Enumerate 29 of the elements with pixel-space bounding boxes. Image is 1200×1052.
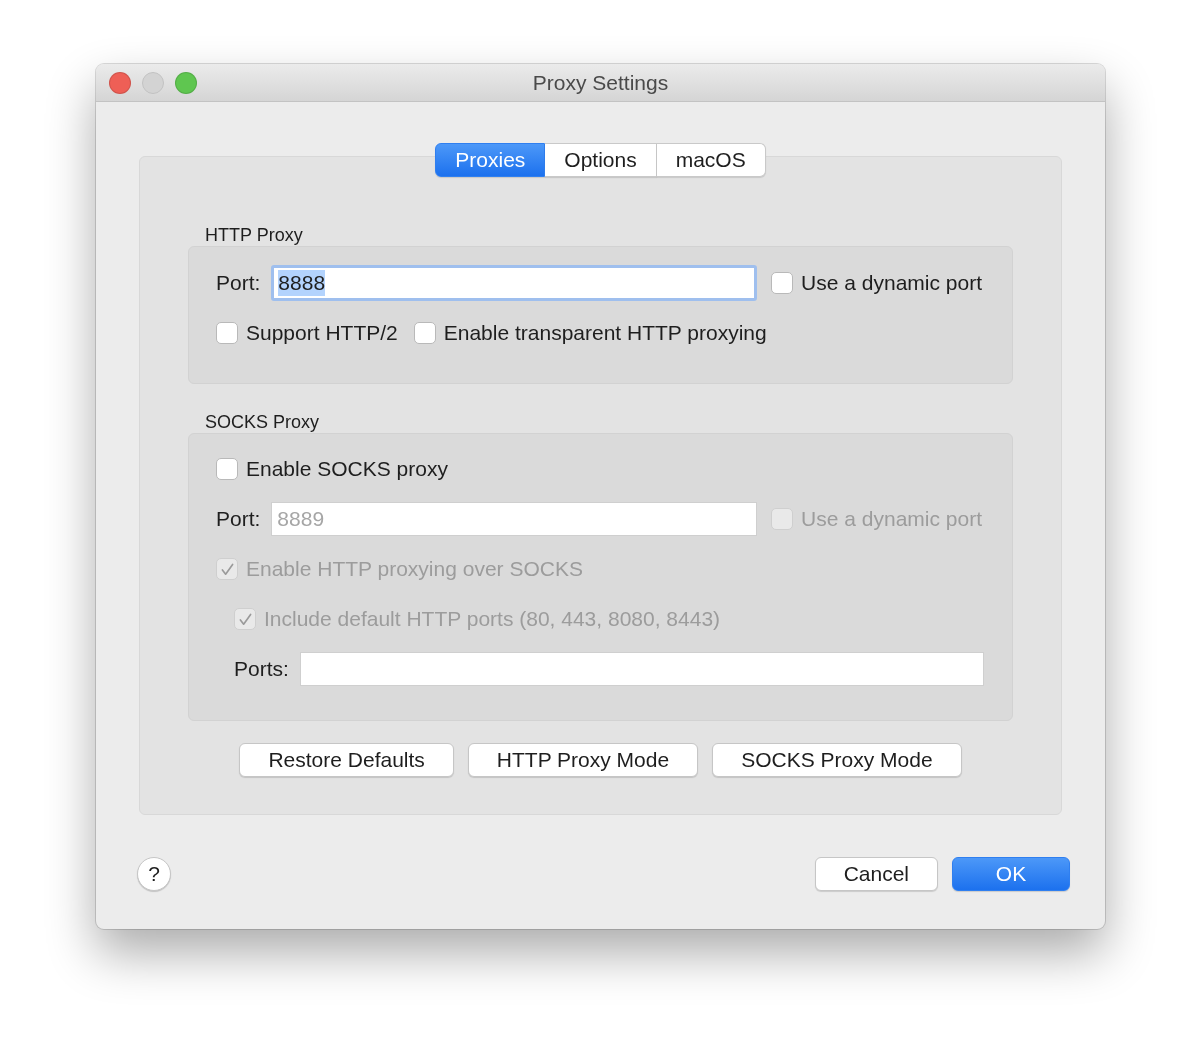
text-field[interactable] [299, 652, 984, 686]
field-label: Port: [216, 271, 261, 295]
checkbox[interactable] [216, 458, 238, 480]
field-label: Ports: [234, 657, 289, 681]
push-button[interactable]: OK [952, 857, 1070, 891]
checkbox-label[interactable]: Enable transparent HTTP proxying [443, 321, 767, 345]
checkbox-label[interactable]: Enable SOCKS proxy [246, 457, 448, 481]
window-title: Proxy Settings [532, 70, 669, 95]
zoom-button[interactable] [175, 71, 197, 94]
checkmark-icon [220, 562, 234, 576]
help-button[interactable]: ? [137, 857, 171, 891]
push-button[interactable]: SOCKS Proxy Mode [712, 743, 962, 777]
push-button[interactable]: Restore Defaults [239, 743, 454, 777]
checkbox-label[interactable]: Use a dynamic port [801, 271, 982, 295]
checkbox[interactable] [413, 322, 436, 344]
text-field[interactable]: 8888 [271, 265, 758, 301]
section-title: HTTP Proxy [204, 224, 304, 246]
checkbox-label[interactable]: Support HTTP/2 [246, 321, 398, 345]
tab[interactable]: Options [545, 143, 657, 177]
checkbox[interactable] [771, 272, 794, 294]
close-button[interactable] [109, 71, 131, 94]
tab[interactable]: Proxies [435, 143, 546, 177]
field-label: Port: [216, 507, 261, 531]
checkbox[interactable] [216, 322, 238, 344]
push-button[interactable]: Cancel [814, 857, 938, 891]
push-button[interactable]: HTTP Proxy Mode [467, 743, 699, 777]
checkmark-icon [238, 612, 252, 626]
section-title: SOCKS Proxy [204, 411, 321, 433]
tab[interactable]: macOS [656, 143, 766, 177]
